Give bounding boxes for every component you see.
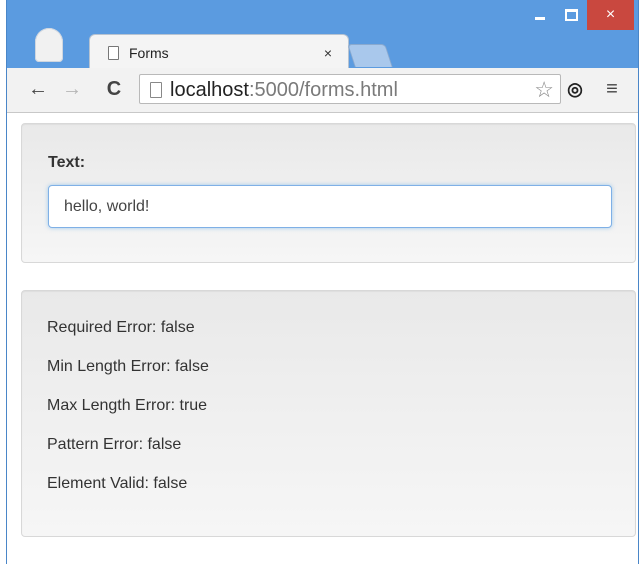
profile-avatar-icon[interactable] bbox=[35, 28, 63, 62]
tab-close-icon[interactable]: × bbox=[320, 45, 336, 61]
close-window-button[interactable]: × bbox=[587, 0, 634, 30]
minimize-button[interactable] bbox=[524, 0, 556, 30]
pattern-error-status: Pattern Error: false bbox=[47, 436, 182, 453]
url-path: :5000/forms.html bbox=[248, 79, 398, 101]
tab-forms[interactable]: Forms × bbox=[89, 34, 349, 69]
required-error-status: Required Error: false bbox=[47, 319, 195, 336]
tab-title: Forms bbox=[129, 45, 169, 61]
element-valid-status: Element Valid: false bbox=[47, 475, 188, 492]
reload-icon[interactable]: C bbox=[103, 78, 125, 100]
text-field-label: Text: bbox=[48, 154, 86, 171]
page-content: Text: Required Error: false Min Length E… bbox=[7, 113, 638, 564]
text-input[interactable] bbox=[48, 185, 612, 228]
url-text[interactable]: localhost:5000/forms.html bbox=[170, 79, 398, 102]
new-tab-button[interactable] bbox=[347, 44, 393, 67]
max-length-error-status: Max Length Error: true bbox=[47, 397, 208, 414]
extension-icon[interactable]: ◎ bbox=[564, 78, 586, 100]
min-length-error-status: Min Length Error: false bbox=[47, 358, 209, 375]
bookmark-star-icon[interactable]: ☆ bbox=[534, 77, 554, 103]
browser-window: Forms × × ← → C localhost:5000/forms.htm… bbox=[6, 0, 639, 564]
url-host: localhost bbox=[170, 79, 249, 101]
form-panel: Text: bbox=[21, 123, 636, 263]
validation-status-panel: Required Error: false Min Length Error: … bbox=[21, 290, 636, 537]
forward-arrow-icon[interactable]: → bbox=[61, 78, 83, 100]
page-icon bbox=[150, 82, 162, 98]
browser-toolbar: ← → C localhost:5000/forms.html ☆ ◎ ≡ bbox=[7, 68, 638, 113]
maximize-button[interactable] bbox=[556, 0, 586, 30]
back-arrow-icon[interactable]: ← bbox=[27, 78, 49, 100]
minimize-icon bbox=[535, 16, 545, 20]
title-bar: Forms × × bbox=[7, 0, 638, 70]
hamburger-menu-icon[interactable]: ≡ bbox=[601, 78, 623, 100]
page-icon bbox=[108, 46, 119, 60]
maximize-icon bbox=[564, 9, 578, 21]
address-bar[interactable]: localhost:5000/forms.html ☆ bbox=[139, 74, 561, 104]
